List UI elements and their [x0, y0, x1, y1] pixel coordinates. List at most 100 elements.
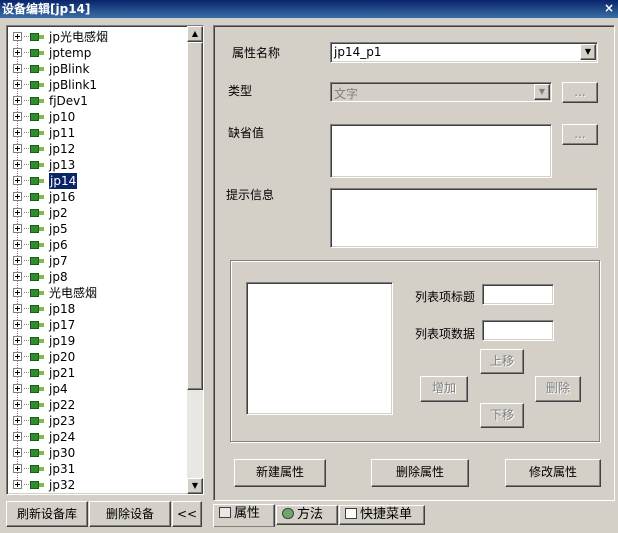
list-data-input[interactable] — [482, 320, 554, 341]
tree-item-label: jptemp — [49, 46, 92, 60]
tree-connector — [24, 36, 29, 37]
tree-item-label: jp7 — [49, 254, 68, 268]
expand-icon[interactable] — [13, 416, 22, 425]
tree-connector — [24, 468, 29, 469]
expand-icon[interactable] — [13, 368, 22, 377]
tree-connector — [24, 276, 29, 277]
tab-methods[interactable]: 方法 — [276, 505, 338, 525]
scroll-up-icon[interactable]: ▲ — [187, 26, 203, 42]
expand-icon[interactable] — [13, 288, 22, 297]
device-icon — [30, 160, 44, 169]
expand-icon[interactable] — [13, 480, 22, 489]
modify-attribute-button[interactable]: 修改属性 — [505, 459, 601, 487]
expand-icon[interactable] — [13, 432, 22, 441]
tree-connector — [24, 340, 29, 341]
tree-item-label: jp16 — [49, 190, 76, 204]
expand-icon[interactable] — [13, 192, 22, 201]
tab-properties[interactable]: 属性 — [213, 504, 275, 527]
tab-shortcut-menu[interactable]: 快捷菜单 — [339, 505, 425, 525]
expand-icon[interactable] — [13, 176, 22, 185]
tree-item-label: jp17 — [49, 318, 76, 332]
expand-icon[interactable] — [13, 64, 22, 73]
hint-label: 提示信息 — [226, 188, 275, 202]
expand-icon[interactable] — [13, 304, 22, 313]
expand-icon[interactable] — [13, 128, 22, 137]
device-icon — [30, 432, 44, 441]
properties-icon — [219, 507, 231, 518]
tree-connector — [24, 100, 29, 101]
tree-connector — [24, 196, 29, 197]
window-title: 设备编辑[jp14] — [2, 2, 91, 16]
collapse-button[interactable]: << — [172, 501, 202, 527]
move-up-button[interactable]: 上移 — [480, 349, 524, 374]
list-title-input[interactable] — [482, 284, 554, 305]
expand-icon[interactable] — [13, 352, 22, 361]
chevron-down-icon[interactable]: ▼ — [580, 44, 596, 60]
expand-icon[interactable] — [13, 336, 22, 345]
type-ellipsis-button[interactable]: ... — [562, 82, 598, 103]
move-down-button[interactable]: 下移 — [480, 403, 524, 428]
expand-icon[interactable] — [13, 96, 22, 105]
attr-name-combo[interactable]: jp14_p1 ▼ — [330, 42, 598, 63]
properties-panel: 属性名称 jp14_p1 ▼ 类型 文字 ▼ ... 缺省值 ... 提示信息 … — [213, 25, 615, 501]
default-value-textarea[interactable] — [330, 124, 552, 178]
device-icon — [30, 304, 44, 313]
expand-icon[interactable] — [13, 32, 22, 41]
close-icon[interactable]: × — [602, 0, 616, 16]
list-items-box[interactable] — [246, 282, 393, 415]
expand-icon[interactable] — [13, 144, 22, 153]
tree-item-label: jpBlink — [49, 62, 90, 76]
expand-icon[interactable] — [13, 160, 22, 169]
expand-icon[interactable] — [13, 400, 22, 409]
device-icon — [30, 64, 44, 73]
expand-icon[interactable] — [13, 208, 22, 217]
default-ellipsis-button[interactable]: ... — [562, 124, 598, 145]
tree-item-label: jp4 — [49, 382, 68, 396]
expand-icon[interactable] — [13, 224, 22, 233]
tree-item-label: jpBlink1 — [49, 78, 98, 92]
delete-attribute-button[interactable]: 删除属性 — [371, 459, 469, 487]
scroll-thumb[interactable] — [187, 42, 203, 390]
device-tree[interactable]: jp光电感烟 jptemp jpBlink jpBlink1 fjDev1 jp10 jp1… — [6, 25, 204, 495]
device-icon — [30, 416, 44, 425]
tree-connector — [24, 452, 29, 453]
tree-item-label: jp32 — [49, 478, 76, 492]
type-label: 类型 — [228, 84, 253, 98]
device-icon — [30, 384, 44, 393]
remove-item-button[interactable]: 删除 — [535, 376, 581, 402]
list-data-label: 列表项数据 — [415, 327, 476, 341]
delete-device-button[interactable]: 删除设备 — [89, 501, 171, 527]
device-icon — [30, 144, 44, 153]
tree-connector — [24, 180, 29, 181]
expand-icon[interactable] — [13, 256, 22, 265]
expand-icon[interactable] — [13, 384, 22, 393]
tree-connector — [24, 260, 29, 261]
tree-item-label: jp8 — [49, 270, 68, 284]
scroll-down-icon[interactable]: ▼ — [187, 478, 203, 494]
device-icon — [30, 128, 44, 137]
hint-textarea[interactable] — [330, 188, 598, 248]
tree-connector — [24, 148, 29, 149]
expand-icon[interactable] — [13, 320, 22, 329]
tree-connector — [24, 404, 29, 405]
expand-icon[interactable] — [13, 464, 22, 473]
expand-icon[interactable] — [13, 80, 22, 89]
expand-icon[interactable] — [13, 272, 22, 281]
tree-connector — [24, 84, 29, 85]
expand-icon[interactable] — [13, 112, 22, 121]
device-icon — [30, 272, 44, 281]
refresh-device-lib-button[interactable]: 刷新设备库 — [6, 501, 88, 527]
device-icon — [30, 256, 44, 265]
new-attribute-button[interactable]: 新建属性 — [234, 459, 326, 487]
expand-icon[interactable] — [13, 448, 22, 457]
device-icon — [30, 400, 44, 409]
chevron-down-icon[interactable]: ▼ — [534, 84, 550, 100]
type-combo[interactable]: 文字 ▼ — [330, 82, 552, 102]
expand-icon[interactable] — [13, 240, 22, 249]
add-item-button[interactable]: 增加 — [420, 376, 468, 402]
tree-connector — [24, 116, 29, 117]
tree-scrollbar[interactable]: ▲ ▼ — [187, 26, 203, 494]
expand-icon[interactable] — [13, 48, 22, 57]
tree-item-label: jp11 — [49, 126, 76, 140]
device-icon — [30, 464, 44, 473]
